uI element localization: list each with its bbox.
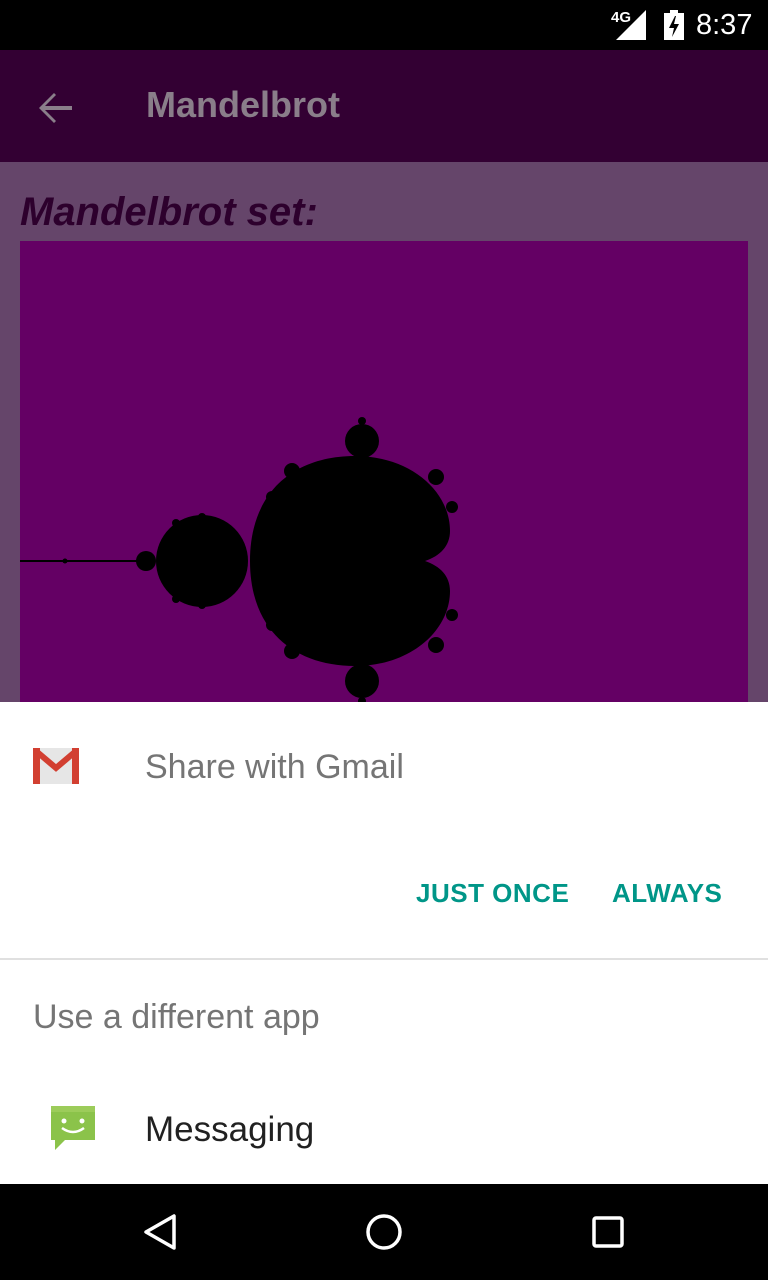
app-item-label: Messaging [145,1110,315,1149]
use-different-app-label: Use a different app [33,998,320,1036]
home-circle-icon[interactable] [364,1212,404,1252]
app-item-messaging[interactable]: Messaging [0,1086,768,1184]
share-sheet: Share with Gmail JUST ONCE ALWAYS Use a … [0,702,768,1184]
page-title: Mandelbrot [146,84,340,125]
recents-square-icon[interactable] [588,1212,628,1252]
mandelbrot-image [20,241,748,705]
always-button[interactable]: ALWAYS [612,878,722,909]
content-heading: Mandelbrot set: [20,190,318,234]
signal-icon [616,10,646,40]
navigation-bar [0,1184,768,1280]
battery-charging-icon [664,10,684,40]
gmail-icon [33,748,79,784]
messaging-icon [51,1106,95,1150]
just-once-button[interactable]: JUST ONCE [416,878,569,909]
arrow-left-icon[interactable] [36,88,76,128]
divider [0,958,768,960]
main-content: Mandelbrot set: [0,162,768,705]
mandelbrot-set-graphic [20,417,458,705]
share-title: Share with Gmail [145,748,404,786]
back-triangle-icon[interactable] [140,1212,180,1252]
status-bar: 4G 8:37 [0,0,768,50]
clock: 8:37 [696,9,753,41]
app-bar: Mandelbrot [0,50,768,162]
